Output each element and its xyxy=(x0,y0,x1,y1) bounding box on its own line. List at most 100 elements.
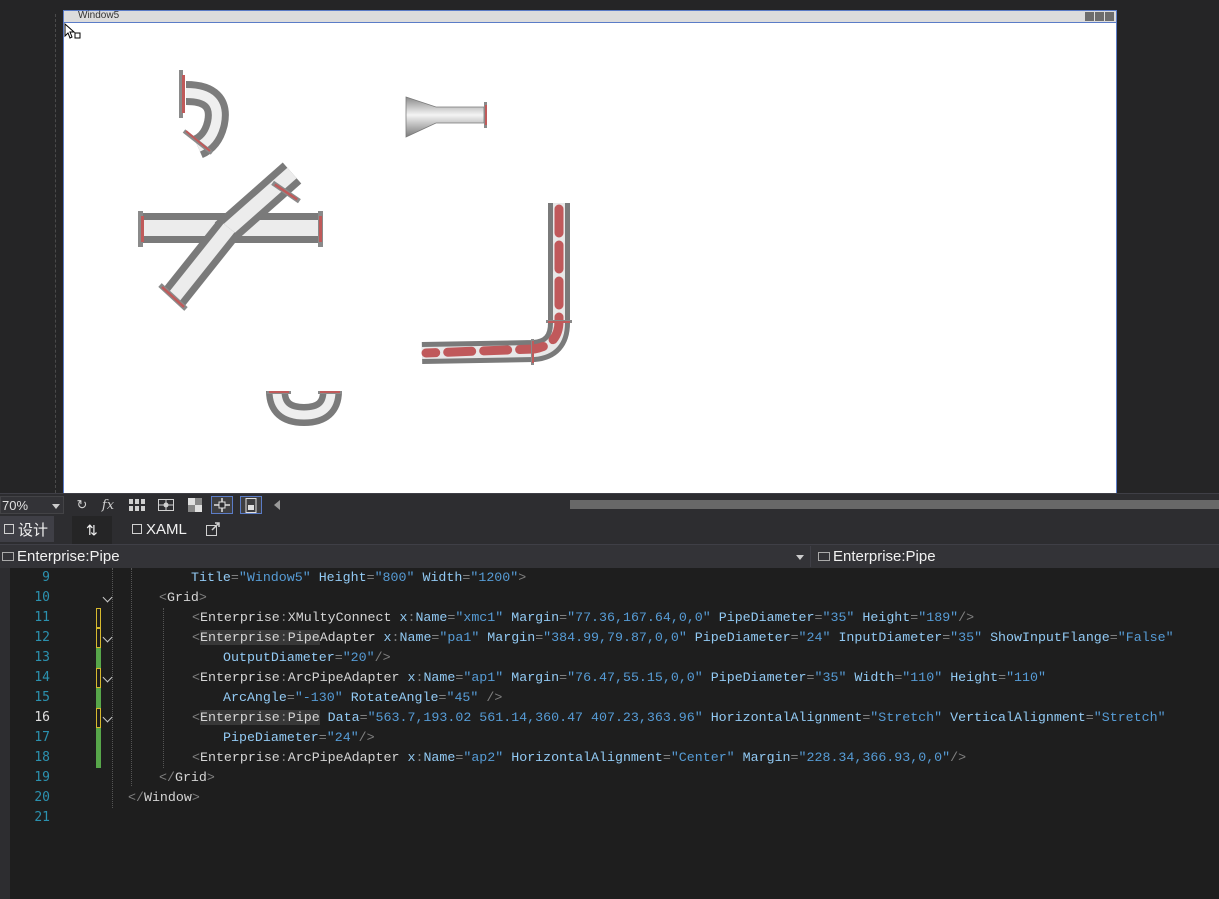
checkerboard-icon[interactable] xyxy=(184,496,206,514)
code-text: PipeDiameter="24"/> xyxy=(223,730,375,745)
change-marker-saved xyxy=(96,748,101,768)
xaml-code-editor[interactable]: 9 Title="Window5" Height="800" Width="12… xyxy=(0,568,1219,899)
fx-label: fx xyxy=(101,497,115,513)
code-line[interactable]: 17 PipeDiameter="24"/> xyxy=(0,728,1219,748)
popout-xaml-button[interactable] xyxy=(206,516,220,542)
fold-toggle-icon[interactable] xyxy=(102,592,113,603)
code-text: <Enterprise:ArcPipeAdapter x:Name="ap2" … xyxy=(192,750,967,765)
window-title-bar: Window5 xyxy=(64,10,1116,23)
line-number: 10 xyxy=(34,590,50,605)
refresh-icon[interactable]: ↻ xyxy=(71,496,93,514)
change-marker-unsaved xyxy=(96,608,101,628)
code-line[interactable]: 21 xyxy=(0,808,1219,828)
designer-surface[interactable]: Window5 xyxy=(0,0,1219,493)
window-controls xyxy=(1085,12,1114,21)
window-preview[interactable]: Window5 xyxy=(63,10,1117,493)
nav-right-label: Enterprise:Pipe xyxy=(833,548,936,565)
line-number: 12 xyxy=(34,630,50,645)
snap-to-grid-icon[interactable] xyxy=(155,496,177,514)
xmulty-connect-xmc1[interactable] xyxy=(138,162,323,311)
pipe-adapter-pa1[interactable] xyxy=(405,96,487,138)
tab-xaml-label: XAML xyxy=(146,520,187,538)
designer-ruler-guide xyxy=(55,14,56,493)
line-number: 17 xyxy=(34,730,50,745)
change-marker-unsaved xyxy=(96,708,101,728)
line-number: 9 xyxy=(42,570,50,585)
code-line[interactable]: 20 </Window> xyxy=(0,788,1219,808)
change-marker-unsaved xyxy=(96,628,101,648)
line-number-current: 16 xyxy=(34,710,50,725)
code-line[interactable]: 19 </Grid> xyxy=(0,768,1219,788)
window-title: Window5 xyxy=(78,10,120,21)
maximize-icon xyxy=(1095,12,1104,21)
code-text: <Enterprise:ArcPipeAdapter x:Name="ap1" … xyxy=(192,670,1046,685)
swap-panes-button[interactable]: ⇅ xyxy=(72,516,112,544)
line-number: 13 xyxy=(34,650,50,665)
fx-button[interactable]: fx xyxy=(97,496,119,514)
minimize-icon xyxy=(1085,12,1094,21)
grid-glyph xyxy=(129,499,145,511)
code-text: Title="Window5" Height="800" Width="1200… xyxy=(191,570,527,585)
window-canvas[interactable] xyxy=(64,23,1116,493)
fold-toggle-icon[interactable] xyxy=(102,712,113,723)
popout-icon xyxy=(206,522,220,536)
chevron-down-icon[interactable] xyxy=(796,555,804,560)
close-icon xyxy=(1105,12,1114,21)
tab-design[interactable]: 设计 xyxy=(0,516,55,542)
grid-icon[interactable] xyxy=(126,496,148,514)
code-line[interactable]: 18 <Enterprise:ArcPipeAdapter x:Name="ap… xyxy=(0,748,1219,768)
pipe-l-shape[interactable] xyxy=(421,203,572,365)
code-line[interactable]: 10 <Grid> xyxy=(0,588,1219,608)
checker-glyph xyxy=(188,498,202,512)
fold-toggle-icon[interactable] xyxy=(102,632,113,643)
scroll-left-arrow-icon[interactable] xyxy=(274,500,280,510)
code-line[interactable]: 12 <Enterprise:PipeAdapter x:Name="pa1" … xyxy=(0,628,1219,648)
element-icon xyxy=(818,552,830,561)
arc-pipe-adapter-ap1[interactable] xyxy=(179,70,229,159)
view-tab-bar: 设计 ⇅ XAML xyxy=(0,516,1219,544)
change-marker-saved xyxy=(96,648,101,668)
fold-toggle-icon[interactable] xyxy=(102,672,113,683)
device-glyph xyxy=(245,497,257,513)
code-line[interactable]: 14 <Enterprise:ArcPipeAdapter x:Name="ap… xyxy=(0,668,1219,688)
nav-left-label: Enterprise:Pipe xyxy=(17,548,120,565)
code-line[interactable]: 9 Title="Window5" Height="800" Width="12… xyxy=(0,568,1219,588)
designer-toolbar: 70% ↻ fx xyxy=(0,493,1219,516)
design-view-icon xyxy=(4,524,14,534)
code-line[interactable]: 11 <Enterprise:XMultyConnect x:Name="xmc… xyxy=(0,608,1219,628)
tab-xaml[interactable]: XAML xyxy=(132,516,187,542)
line-number: 19 xyxy=(34,770,50,785)
code-text: <Enterprise:PipeAdapter x:Name="pa1" Mar… xyxy=(192,630,1174,645)
change-marker-saved xyxy=(96,688,101,708)
code-text: <Enterprise:Pipe Data="563.7,193.02 561.… xyxy=(192,710,1166,725)
code-text: </Grid> xyxy=(159,770,215,785)
line-number: 11 xyxy=(34,610,50,625)
code-text: </Window> xyxy=(128,790,200,805)
code-line[interactable]: 13 OutputDiameter="20"/> xyxy=(0,648,1219,668)
mouse-cursor-icon xyxy=(64,23,81,39)
zoom-value: 70% xyxy=(2,498,29,513)
element-selector-right[interactable]: Enterprise:Pipe xyxy=(816,546,936,567)
chevron-down-icon[interactable] xyxy=(52,504,60,509)
code-navigation-bar: Enterprise:Pipe Enterprise:Pipe xyxy=(0,544,1219,569)
code-text: OutputDiameter="20"/> xyxy=(223,650,391,665)
arc-pipe-adapter-ap2[interactable] xyxy=(266,390,342,427)
code-line[interactable]: 16 <Enterprise:Pipe Data="563.7,193.02 5… xyxy=(0,708,1219,728)
element-icon xyxy=(2,552,14,561)
snap-lines-glyph xyxy=(214,498,230,512)
line-number: 14 xyxy=(34,670,50,685)
zoom-combobox[interactable]: 70% xyxy=(0,496,64,514)
horizontal-scrollbar[interactable] xyxy=(570,500,1219,509)
code-text: <Enterprise:XMultyConnect x:Name="xmc1" … xyxy=(192,610,975,625)
code-line[interactable]: 15 ArcAngle="-130" RotateAngle="45" /> xyxy=(0,688,1219,708)
line-number: 18 xyxy=(34,750,50,765)
snap-grid-glyph xyxy=(158,499,174,511)
line-number: 20 xyxy=(34,790,50,805)
device-preview-icon[interactable] xyxy=(240,496,262,514)
snap-to-lines-icon[interactable] xyxy=(211,496,233,514)
change-marker-saved xyxy=(96,728,101,748)
element-selector-left[interactable]: Enterprise:Pipe xyxy=(0,546,811,567)
line-number: 15 xyxy=(34,690,50,705)
xaml-view-icon xyxy=(132,524,142,534)
pipe-drawing xyxy=(138,70,572,427)
